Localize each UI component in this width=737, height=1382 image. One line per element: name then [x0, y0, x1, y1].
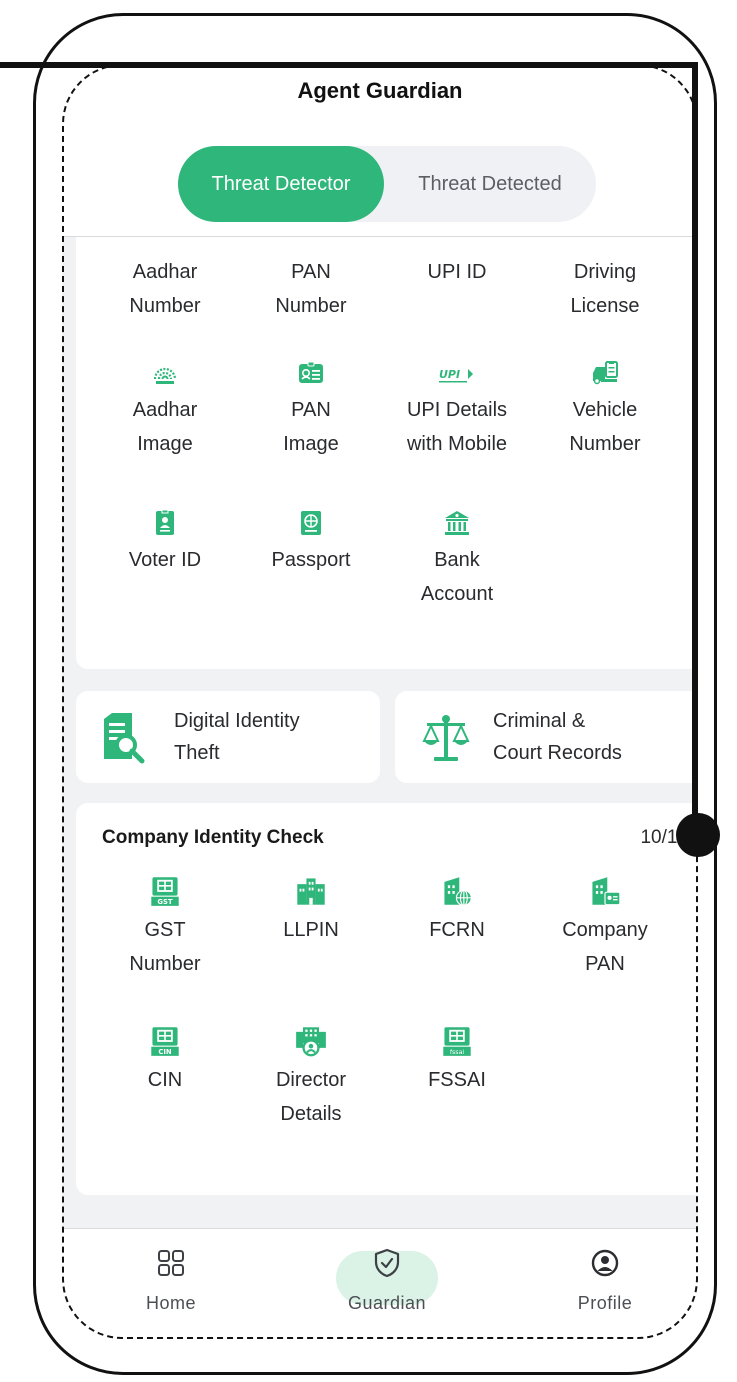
- id-item-vehicle-number[interactable]: Vehicle Number: [530, 359, 680, 461]
- upi-logo-icon: UPI: [439, 368, 473, 383]
- aadhaar-logo-icon: [153, 367, 177, 384]
- upi-logo-text: UPI: [439, 368, 460, 381]
- bottom-nav: Home Guardian Profile: [62, 1228, 698, 1339]
- id-item-label: Number: [275, 295, 347, 317]
- digital-identity-line-2: Theft: [174, 742, 220, 764]
- id-item-passport[interactable]: Passport: [236, 509, 386, 577]
- company-item-llpin[interactable]: LLPIN: [236, 875, 386, 947]
- company-item-label: GST: [144, 919, 186, 941]
- id-item-label: Bank: [434, 549, 480, 571]
- cin-icon: CIN: [151, 1027, 179, 1056]
- passport-icon: [301, 511, 321, 535]
- id-item-label: Image: [137, 433, 193, 455]
- company-check-title: Company Identity Check: [102, 827, 324, 848]
- nav-profile-label: Profile: [577, 1293, 633, 1313]
- nav-guardian-label: Guardian: [347, 1293, 427, 1313]
- pointer-line: [692, 62, 698, 836]
- id-item-label: Image: [283, 433, 339, 455]
- criminal-records-line-2: Court Records: [493, 742, 622, 764]
- id-item-label: Number: [569, 433, 641, 455]
- id-item-label: with Mobile: [406, 433, 508, 455]
- id-item-label: License: [570, 295, 640, 317]
- scales-icon: [422, 715, 470, 761]
- id-item-aadhar-number[interactable]: Aadhar Number: [90, 255, 240, 323]
- personal-id-card: Aadhar Number PAN Number UPI ID Driving …: [76, 237, 698, 669]
- criminal-records-line-1: Criminal &: [493, 710, 586, 732]
- building-globe-icon: [444, 877, 472, 906]
- company-item-label: Company: [562, 919, 648, 941]
- id-item-upi-details[interactable]: UPI UPI Details with Mobile: [382, 359, 532, 461]
- id-item-label: UPI Details: [406, 399, 508, 421]
- company-item-label: LLPIN: [283, 919, 339, 941]
- company-item-label: FSSAI: [428, 1069, 486, 1091]
- fssai-icon: fssai: [443, 1027, 471, 1056]
- company-item-fcrn[interactable]: FCRN: [382, 875, 532, 947]
- app-screen: Agent Guardian Threat Detector Threat De…: [62, 64, 698, 1339]
- bank-icon: [445, 511, 469, 535]
- company-item-label: Director: [275, 1069, 346, 1091]
- gst-badge-text: GST: [157, 898, 173, 906]
- threat-tab-switch: Threat Detector Threat Detected: [178, 146, 596, 222]
- nav-home[interactable]: Home: [106, 1247, 236, 1314]
- nav-guardian[interactable]: Guardian: [322, 1247, 452, 1314]
- id-item-label: Number: [129, 295, 201, 317]
- cin-badge-text: CIN: [158, 1048, 172, 1056]
- scroll-content[interactable]: Aadhar Number PAN Number UPI ID Driving …: [62, 236, 698, 1228]
- building-card-icon: [592, 877, 621, 906]
- shield-check-icon: [374, 1248, 400, 1278]
- digital-identity-line-1: Digital Identity: [174, 710, 300, 732]
- id-item-label: Vehicle: [572, 399, 638, 421]
- id-item-pan-number[interactable]: PAN Number: [236, 255, 386, 323]
- company-item-company-pan[interactable]: Company PAN: [530, 875, 680, 981]
- id-item-label: PAN: [291, 261, 331, 283]
- profile-icon: [591, 1249, 619, 1277]
- document-search-icon: [104, 713, 145, 764]
- id-item-label: Voter ID: [128, 549, 202, 571]
- company-item-label: PAN: [585, 953, 625, 975]
- criminal-records-text: Criminal & Court Records: [493, 705, 622, 769]
- fssai-badge-text: fssai: [450, 1049, 465, 1056]
- grid-icon: [158, 1250, 184, 1276]
- digital-identity-theft-card[interactable]: Digital Identity Theft: [76, 691, 380, 783]
- id-item-label: Aadhar: [132, 399, 198, 421]
- id-item-label: PAN: [291, 399, 331, 421]
- company-item-label: CIN: [147, 1069, 183, 1091]
- company-item-gst[interactable]: GST GST Number: [90, 875, 240, 981]
- app-title: Agent Guardian: [297, 78, 463, 103]
- digital-identity-text: Digital Identity Theft: [174, 705, 300, 769]
- id-item-label: Aadhar: [132, 261, 198, 283]
- id-item-pan-image[interactable]: PAN Image: [236, 359, 386, 461]
- director-icon: [296, 1027, 326, 1057]
- tab-threat-detector[interactable]: Threat Detector: [178, 146, 384, 222]
- voter-id-icon: [156, 509, 174, 535]
- pan-image-icon: [299, 361, 323, 383]
- company-item-label: Number: [129, 953, 201, 975]
- id-item-label: UPI ID: [427, 261, 487, 283]
- company-item-label: FCRN: [429, 919, 485, 941]
- pointer-line: [0, 62, 698, 68]
- vehicle-icon: [593, 361, 618, 385]
- buildings-icon: [297, 878, 325, 905]
- id-item-label: Account: [420, 583, 494, 605]
- id-item-aadhar-image[interactable]: Aadhar Image: [90, 359, 240, 461]
- id-item-label: Driving: [573, 261, 637, 283]
- nav-home-label: Home: [145, 1293, 196, 1313]
- company-item-cin[interactable]: CIN CIN: [90, 1025, 240, 1097]
- id-item-bank-account[interactable]: Bank Account: [382, 509, 532, 611]
- company-item-fssai[interactable]: fssai FSSAI: [382, 1025, 532, 1097]
- id-item-label: Passport: [271, 549, 351, 571]
- criminal-records-card[interactable]: Criminal & Court Records: [395, 691, 698, 783]
- id-item-upi-id[interactable]: UPI ID: [382, 255, 532, 289]
- id-item-driving-license[interactable]: Driving License: [530, 255, 680, 323]
- pointer-dot: [676, 813, 720, 857]
- id-item-voter-id[interactable]: Voter ID: [90, 509, 240, 577]
- company-item-label: Details: [280, 1103, 342, 1125]
- company-identity-card: Company Identity Check 10/10 GST GST Num…: [76, 803, 698, 1195]
- nav-profile[interactable]: Profile: [540, 1247, 670, 1314]
- company-item-director-details[interactable]: Director Details: [236, 1025, 386, 1131]
- tab-threat-detected[interactable]: Threat Detected: [384, 146, 596, 222]
- gst-icon: GST: [151, 877, 179, 906]
